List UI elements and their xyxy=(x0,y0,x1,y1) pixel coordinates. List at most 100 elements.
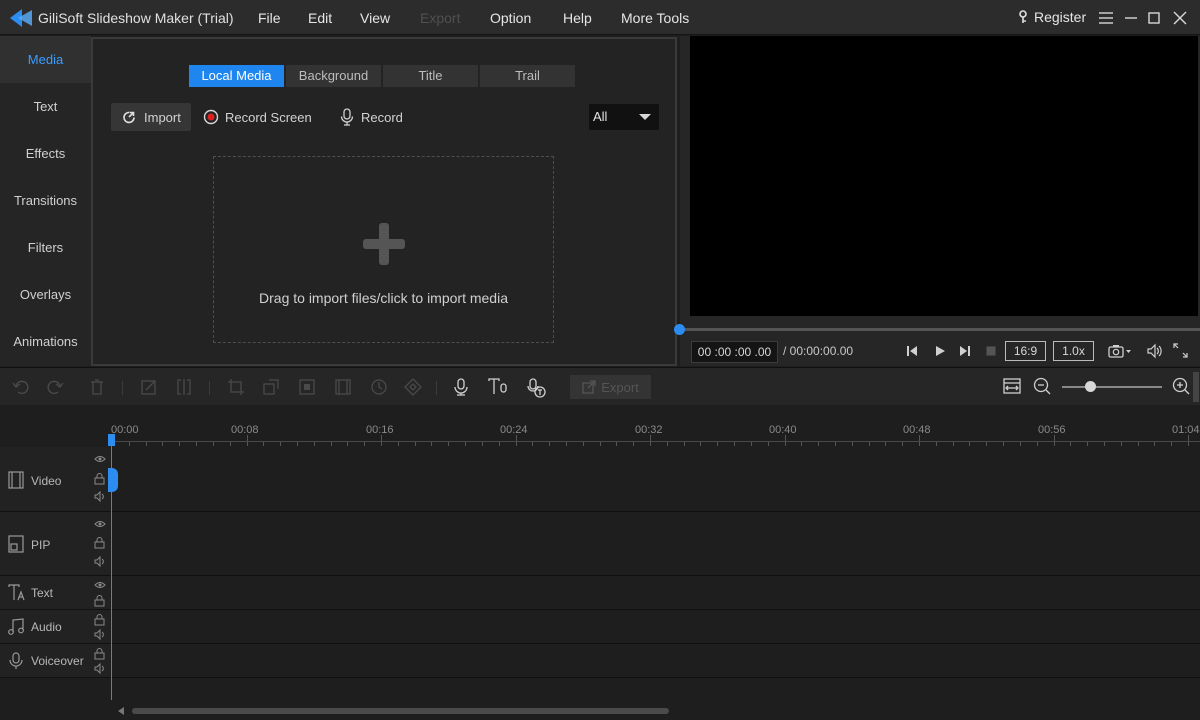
text-to-speech-icon[interactable] xyxy=(488,378,508,396)
close-icon[interactable] xyxy=(1171,9,1189,27)
playhead-handle[interactable] xyxy=(108,434,115,446)
tab-local-media[interactable]: Local Media xyxy=(189,65,284,87)
track-name: Text xyxy=(31,586,54,600)
menu-view[interactable]: View xyxy=(360,10,390,26)
visibility-eye-icon[interactable] xyxy=(94,580,106,590)
aspect-frame-icon[interactable] xyxy=(334,378,352,396)
tab-background[interactable]: Background xyxy=(286,65,381,87)
speaker-icon[interactable] xyxy=(94,629,106,640)
menu-help[interactable]: Help xyxy=(563,10,592,26)
snapshot-camera-icon[interactable] xyxy=(1108,343,1132,359)
lock-icon[interactable] xyxy=(94,614,105,626)
menu-file[interactable]: File xyxy=(258,10,281,26)
undo-icon[interactable] xyxy=(12,378,30,396)
import-label: Import xyxy=(144,109,181,125)
current-time-field[interactable]: 00 :00 :00 .00 xyxy=(691,341,778,363)
lock-icon[interactable] xyxy=(94,537,105,549)
tab-title[interactable]: Title xyxy=(383,65,478,87)
visibility-eye-icon[interactable] xyxy=(94,519,106,529)
register-label: Register xyxy=(1034,9,1087,25)
import-drop-zone[interactable]: Drag to import files/click to import med… xyxy=(213,156,554,343)
aspect-ratio-button[interactable]: 16:9 xyxy=(1005,341,1046,361)
visibility-eye-icon[interactable] xyxy=(94,454,106,464)
keyframe-icon[interactable] xyxy=(404,378,422,396)
track-name: Voiceover xyxy=(31,654,84,668)
record-screen-button[interactable]: Record Screen xyxy=(203,103,312,131)
toolbar-divider xyxy=(436,381,437,395)
menu-export[interactable]: Export xyxy=(420,10,460,26)
hamburger-menu-icon[interactable] xyxy=(1097,9,1115,27)
export-button[interactable]: Export xyxy=(570,375,651,399)
media-filter-select[interactable]: All xyxy=(589,104,659,130)
fit-timeline-icon[interactable] xyxy=(1003,377,1021,395)
maximize-icon[interactable] xyxy=(1145,9,1163,27)
speaker-icon[interactable] xyxy=(94,556,106,567)
duration-clock-icon[interactable] xyxy=(370,378,388,396)
app-title: GiliSoft Slideshow Maker (Trial) xyxy=(38,10,234,26)
split-icon[interactable] xyxy=(175,378,193,396)
register-button[interactable]: Register xyxy=(1018,9,1086,25)
stop-icon[interactable] xyxy=(985,345,997,357)
fullscreen-icon[interactable] xyxy=(1173,343,1188,358)
record-screen-label: Record Screen xyxy=(225,109,312,125)
preview-screen xyxy=(690,36,1198,316)
tab-trail[interactable]: Trail xyxy=(480,65,575,87)
menu-edit[interactable]: Edit xyxy=(308,10,332,26)
chevron-down-icon xyxy=(639,114,651,120)
speech-to-text-icon[interactable] xyxy=(527,378,547,398)
preview-progress-knob[interactable] xyxy=(674,324,685,335)
sidebar-item-overlays[interactable]: Overlays xyxy=(0,271,91,318)
microphone-icon xyxy=(8,652,24,670)
film-icon xyxy=(8,471,24,489)
track-name: Video xyxy=(31,474,62,488)
previous-frame-icon[interactable] xyxy=(906,345,918,357)
zoom-in-icon[interactable] xyxy=(1172,377,1190,395)
menu-option[interactable]: Option xyxy=(490,10,531,26)
playback-speed-button[interactable]: 1.0x xyxy=(1053,341,1094,361)
import-button[interactable]: Import xyxy=(111,103,191,131)
lock-icon[interactable] xyxy=(94,648,105,660)
crop-icon[interactable] xyxy=(227,378,245,396)
next-frame-icon[interactable] xyxy=(959,345,971,357)
preview-progress-bar[interactable] xyxy=(680,328,1200,331)
zoom-slider-knob[interactable] xyxy=(1085,381,1096,392)
record-button[interactable]: Record xyxy=(339,103,403,131)
sidebar-item-filters[interactable]: Filters xyxy=(0,224,91,271)
key-icon xyxy=(1018,10,1028,24)
sidebar-item-transitions[interactable]: Transitions xyxy=(0,177,91,224)
drop-zone-text: Drag to import files/click to import med… xyxy=(259,290,508,306)
sidebar-item-effects[interactable]: Effects xyxy=(0,130,91,177)
speaker-icon[interactable] xyxy=(94,491,106,502)
zoom-slider-track[interactable] xyxy=(1062,386,1162,388)
lock-icon[interactable] xyxy=(94,595,105,607)
edit-icon[interactable] xyxy=(140,378,158,396)
export-label: Export xyxy=(601,379,639,395)
redo-icon[interactable] xyxy=(46,378,64,396)
speaker-icon[interactable] xyxy=(94,663,106,674)
delete-icon[interactable] xyxy=(88,378,106,396)
sidebar-item-animations[interactable]: Animations xyxy=(0,318,91,365)
zoom-out-icon[interactable] xyxy=(1033,377,1051,395)
mosaic-icon[interactable] xyxy=(298,378,316,396)
track-pip: PIP xyxy=(0,512,1200,576)
minimize-icon[interactable] xyxy=(1122,9,1140,27)
toolbar-scroll-edge xyxy=(1193,372,1199,402)
preview-panel: 00 :00 :00 .00 / 00:00:00.00 16:9 1.0x xyxy=(674,36,1200,366)
resize-icon[interactable] xyxy=(262,378,280,396)
clip-insert-handle[interactable] xyxy=(108,468,118,492)
volume-icon[interactable] xyxy=(1146,343,1162,359)
scrollbar-thumb[interactable] xyxy=(132,708,669,714)
voiceover-mic-icon[interactable] xyxy=(452,378,470,396)
scroll-left-arrow-icon[interactable] xyxy=(118,707,124,715)
lock-icon[interactable] xyxy=(94,473,105,485)
pip-icon xyxy=(8,535,24,553)
sidebar-item-text[interactable]: Text xyxy=(0,83,91,130)
sidebar-item-media[interactable]: Media xyxy=(0,36,91,83)
music-note-icon xyxy=(8,618,24,636)
app-logo-icon xyxy=(8,7,34,29)
total-time: / 00:00:00.00 xyxy=(783,344,854,358)
toolbar-divider xyxy=(209,381,210,395)
play-icon[interactable] xyxy=(934,345,946,357)
timeline-horizontal-scrollbar[interactable] xyxy=(0,700,1200,720)
menu-more-tools[interactable]: More Tools xyxy=(621,10,689,26)
